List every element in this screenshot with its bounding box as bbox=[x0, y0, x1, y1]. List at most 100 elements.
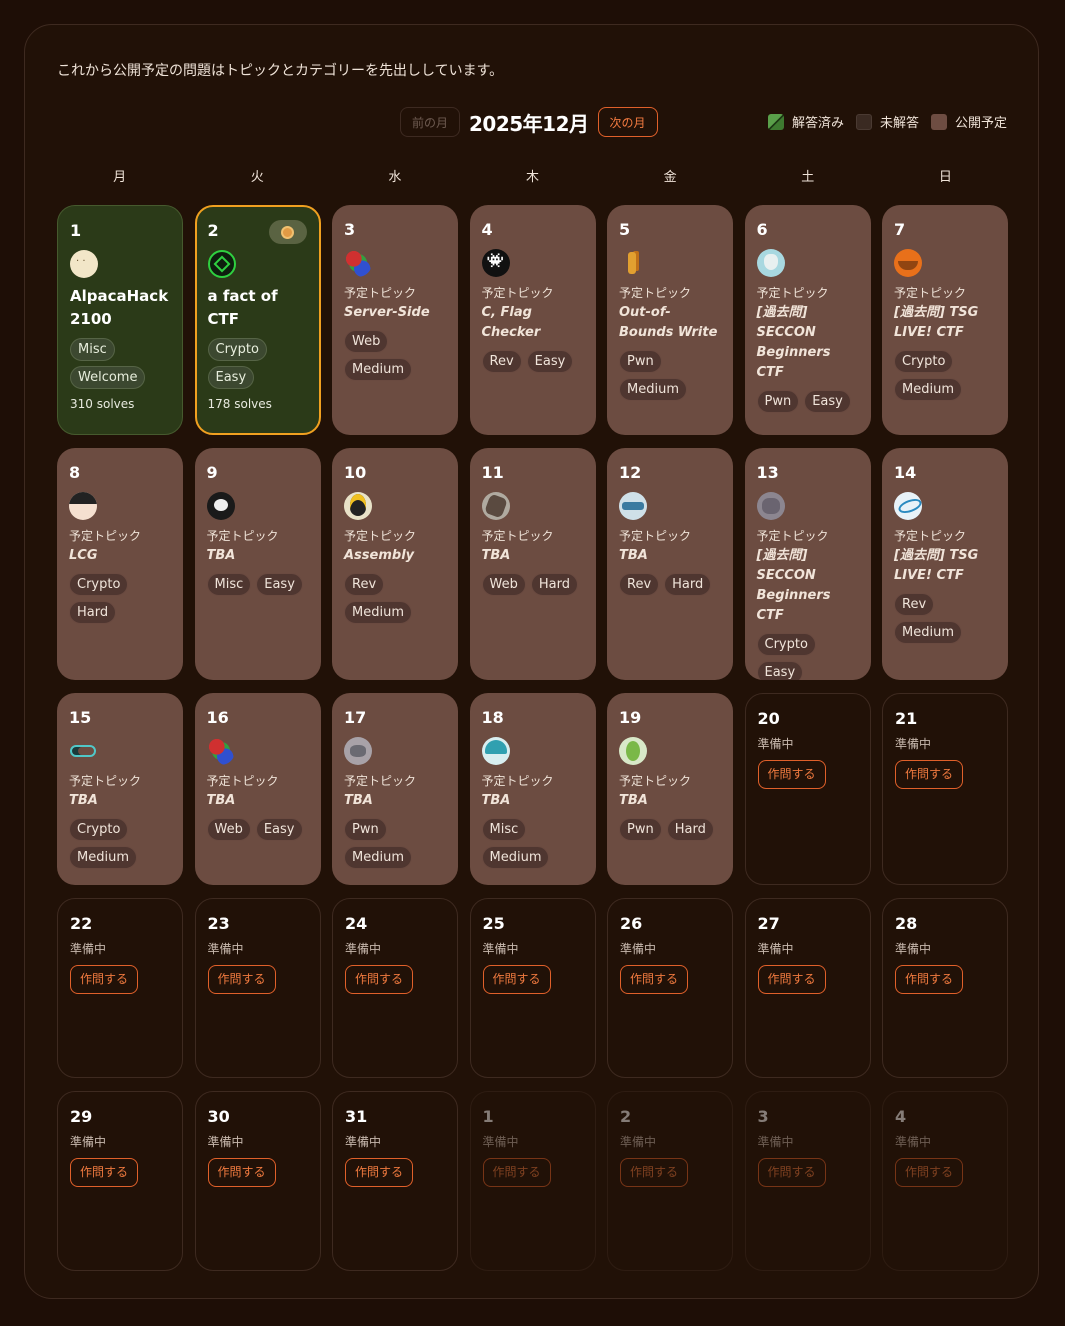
day-cell[interactable]: 24 準備中 作問する bbox=[332, 898, 458, 1078]
day-cell[interactable]: 16 予定トピック TBA Web Easy bbox=[194, 693, 321, 885]
topic-name: Assembly bbox=[344, 548, 415, 563]
day-number: 26 bbox=[620, 914, 643, 933]
preparing-label: 準備中 bbox=[70, 942, 107, 956]
topic-name: TBA bbox=[206, 793, 236, 808]
day-number: 7 bbox=[894, 220, 906, 239]
tag-list: Misc Welcome bbox=[70, 335, 170, 391]
day-cell[interactable]: 20 準備中 作問する bbox=[744, 693, 871, 885]
legend-upcoming-label: 公開予定 bbox=[955, 116, 1008, 131]
next-month-button[interactable]: 次の月 bbox=[597, 107, 658, 137]
tag: Misc bbox=[481, 818, 527, 841]
tag: Hard bbox=[664, 573, 712, 596]
day-cell[interactable]: 6 予定トピック [過去問] SECCON Beginners CTF Pwn Easy bbox=[744, 205, 871, 435]
day-cell: 3 準備中 作問する bbox=[744, 1091, 871, 1271]
tag-list: Pwn Medium bbox=[619, 347, 721, 403]
day-number: 27 bbox=[757, 914, 780, 933]
day-cell[interactable]: 18 予定トピック TBA Misc Medium bbox=[469, 693, 596, 885]
medal-icon bbox=[281, 225, 294, 239]
author-button[interactable]: 作問する bbox=[345, 1158, 414, 1187]
author-button[interactable]: 作問する bbox=[70, 1158, 139, 1187]
day-cell[interactable]: 2a fact of CTF Crypto Easy 178 solves bbox=[194, 205, 321, 435]
day-cell[interactable]: 26 準備中 作問する bbox=[607, 898, 733, 1078]
author-button[interactable]: 作問する bbox=[757, 965, 826, 994]
cat-gray-icon bbox=[756, 492, 785, 520]
author-button[interactable]: 作問する bbox=[207, 1158, 276, 1187]
author-button[interactable]: 作問する bbox=[345, 965, 414, 994]
tag: Pwn bbox=[619, 818, 662, 841]
day-cell[interactable]: 29 準備中 作問する bbox=[57, 1091, 183, 1271]
day-cell[interactable]: 23 準備中 作問する bbox=[194, 898, 321, 1078]
day-cell[interactable]: 25 準備中 作問する bbox=[469, 898, 596, 1078]
tsg-logo-icon bbox=[894, 492, 922, 520]
upcoming-topic-label: 予定トピック bbox=[894, 529, 967, 543]
author-button[interactable]: 作問する bbox=[207, 965, 276, 994]
day-number: 16 bbox=[206, 708, 229, 727]
day-cell[interactable]: 11 予定トピック TBA Web Hard bbox=[469, 448, 596, 680]
preparing-label: 準備中 bbox=[345, 1135, 382, 1149]
day-cell[interactable]: 8 予定トピック LCG Crypto Hard bbox=[57, 448, 183, 680]
medal-badge bbox=[268, 220, 307, 244]
day-cell[interactable]: 12 予定トピック TBA Rev Hard bbox=[607, 448, 733, 680]
author-button: 作問する bbox=[757, 1158, 826, 1187]
tag: Easy bbox=[255, 818, 303, 841]
upcoming-topic-label: 予定トピック bbox=[756, 286, 829, 300]
topic-name: TBA bbox=[206, 548, 236, 563]
day-cell[interactable]: 15 予定トピック TBA Crypto Medium bbox=[57, 693, 183, 885]
day-cell[interactable]: 21 準備中 作問する bbox=[882, 693, 1008, 885]
preparing-label: 準備中 bbox=[620, 1135, 657, 1149]
day-cell[interactable]: 19 予定トピック TBA Pwn Hard bbox=[607, 693, 733, 885]
day-cell[interactable]: 5 予定トピック Out-of-Bounds Write Pwn Medium bbox=[607, 205, 733, 435]
upcoming-topic-label: 予定トピック bbox=[206, 774, 279, 788]
day-number: 17 bbox=[344, 708, 367, 727]
tag-list: Crypto Medium bbox=[894, 347, 996, 403]
problem-title[interactable]: AlpacaHack 2100 bbox=[70, 285, 170, 331]
day-cell[interactable]: 10 予定トピック Assembly Rev Medium bbox=[332, 448, 458, 680]
preparing-label: 準備中 bbox=[207, 1135, 244, 1149]
upcoming-topic-label: 予定トピック bbox=[481, 529, 554, 543]
day-cell[interactable]: 13 予定トピック [過去問] SECCON Beginners CTF Crypto… bbox=[744, 448, 871, 680]
day-number: 3 bbox=[757, 1107, 769, 1126]
tag: Pwn bbox=[619, 350, 662, 373]
weekday-fri: 金 bbox=[663, 170, 677, 185]
author-button[interactable]: 作問する bbox=[895, 965, 964, 994]
day-cell[interactable]: 4 予定トピック C, Flag Checker RevEasy bbox=[469, 205, 596, 435]
upcoming-topic-label: 予定トピック bbox=[481, 774, 554, 788]
day-cell[interactable]: 1 AlpacaHack 2100 Misc Welcome 310 solves bbox=[57, 205, 183, 435]
preparing-label: 準備中 bbox=[345, 942, 382, 956]
day-cell[interactable]: 31 準備中 作問する bbox=[332, 1091, 458, 1271]
tag: Hard bbox=[69, 601, 117, 624]
tag: Medium bbox=[481, 846, 550, 869]
day-cell[interactable]: 9 予定トピック TBA Misc Easy bbox=[194, 448, 321, 680]
day-cell[interactable]: 7 予定トピック [過去問] TSG LIVE! CTF Crypto Medium bbox=[882, 205, 1008, 435]
author-button[interactable]: 作問する bbox=[757, 760, 826, 789]
author-button[interactable]: 作問する bbox=[482, 965, 551, 994]
tag: Medium bbox=[894, 621, 962, 644]
tag: Easy bbox=[756, 661, 804, 680]
day-cell[interactable]: 27 準備中 作問する bbox=[744, 898, 871, 1078]
day-cell[interactable]: 3 予定トピック Server-Side Web Medium bbox=[332, 205, 458, 435]
day-number: 11 bbox=[481, 463, 504, 482]
author-button[interactable]: 作問する bbox=[895, 760, 964, 789]
weekday-sun: 日 bbox=[938, 170, 952, 185]
tag: Easy bbox=[804, 390, 851, 413]
tag-list: Pwn Easy bbox=[756, 387, 859, 415]
topic-name: [過去問] TSG LIVE! CTF bbox=[894, 548, 979, 583]
tag: Easy bbox=[256, 573, 303, 596]
problem-title[interactable]: a fact of CTF bbox=[208, 285, 308, 331]
day-cell[interactable]: 28 準備中 作問する bbox=[882, 898, 1008, 1078]
day-number: 4 bbox=[895, 1107, 907, 1126]
day-cell[interactable]: 22 準備中 作問する bbox=[57, 898, 183, 1078]
author-button[interactable]: 作問する bbox=[620, 965, 689, 994]
upcoming-topic-label: 予定トピック bbox=[481, 286, 554, 300]
day-cell[interactable]: 14 予定トピック [過去問] TSG LIVE! CTF Rev Medium bbox=[882, 448, 1008, 680]
prev-month-button[interactable]: 前の月 bbox=[400, 107, 461, 137]
cat-face-icon bbox=[344, 492, 372, 520]
author-button[interactable]: 作問する bbox=[70, 965, 139, 994]
bird-icon bbox=[619, 737, 647, 765]
day-number: 1 bbox=[482, 1107, 494, 1126]
day-cell[interactable]: 17 予定トピック TBA Pwn Medium bbox=[332, 693, 458, 885]
topic-name: Server-Side bbox=[344, 305, 430, 320]
day-cell[interactable]: 30 準備中 作問する bbox=[194, 1091, 321, 1271]
day-number: 28 bbox=[895, 914, 918, 933]
tag: Pwn bbox=[756, 390, 800, 413]
